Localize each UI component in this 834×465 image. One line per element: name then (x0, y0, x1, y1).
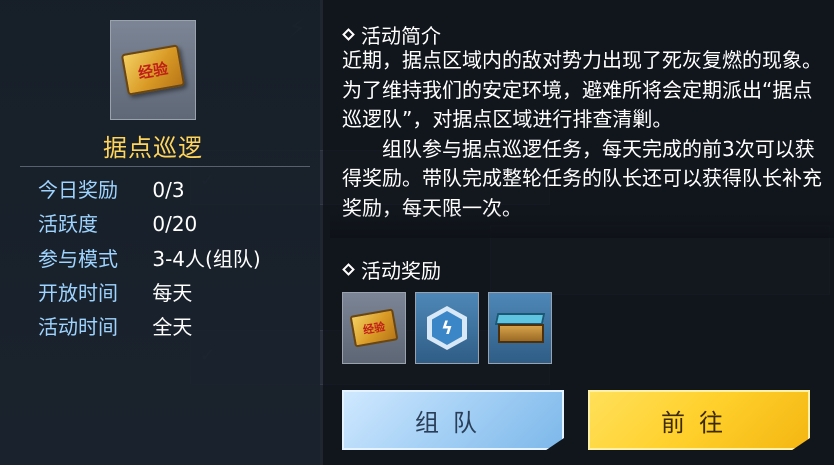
info-label: 今日奖励 (38, 178, 118, 202)
info-value: 每天 (152, 281, 193, 305)
info-label: 活动时间 (38, 315, 118, 339)
supply-chest-icon (494, 313, 546, 343)
info-row-open-time: 开放时间 每天 (38, 279, 192, 307)
info-row-daily-reward: 今日奖励 0/3 (38, 176, 185, 204)
activity-title: 据点巡逻 (103, 134, 203, 162)
diamond-bullet-icon (342, 28, 355, 41)
description-paragraph: 组队参与据点巡逻任务，每天完成的前3次可以获得奖励。带队完成整轮任务的队长还可以… (342, 136, 822, 220)
ticket-text: 经验 (136, 59, 170, 82)
info-label: 活跃度 (38, 212, 98, 236)
activity-description[interactable]: 近期，据点区域内的敌对势力出现了死灰复燃的现象。为了维持我们的安定环境，避难所将… (342, 46, 832, 234)
description-fade (330, 212, 834, 238)
info-row-mode: 参与模式 3-4人(组队) (38, 245, 261, 273)
section-heading-text: 活动奖励 (361, 259, 441, 283)
exp-ticket-icon: 经验 (120, 44, 186, 96)
activity-item-frame: 经验 (110, 20, 196, 120)
info-value: 0/20 (152, 212, 198, 236)
team-button[interactable]: 组队 (342, 390, 564, 450)
info-row-activity-points: 活跃度 0/20 (38, 210, 197, 238)
description-paragraph: 近期，据点区域内的敌对势力出现了死灰复燃的现象。为了维持我们的安定环境，避难所将… (342, 48, 822, 131)
reward-slot-energy[interactable]: ϟ (415, 292, 479, 364)
info-label: 参与模式 (38, 247, 118, 271)
info-value: 3-4人(组队) (152, 247, 261, 271)
exp-ticket-icon: 经验 (349, 308, 399, 348)
reward-slot-exp[interactable]: 经验 (342, 292, 406, 364)
info-row-activity-time: 活动时间 全天 (38, 313, 192, 341)
section-heading-text: 活动简介 (361, 24, 441, 48)
info-value: 0/3 (152, 178, 185, 202)
section-heading-intro: 活动简介 (342, 20, 441, 49)
energy-bolt-icon: ϟ (427, 306, 467, 350)
divider (20, 166, 310, 167)
info-label: 开放时间 (38, 281, 118, 305)
section-heading-rewards: 活动奖励 (342, 255, 441, 284)
info-value: 全天 (152, 315, 193, 339)
reward-slot-chest[interactable] (488, 292, 552, 364)
diamond-bullet-icon (342, 263, 355, 276)
ticket-text: 经验 (362, 320, 387, 337)
go-button[interactable]: 前往 (588, 390, 810, 450)
